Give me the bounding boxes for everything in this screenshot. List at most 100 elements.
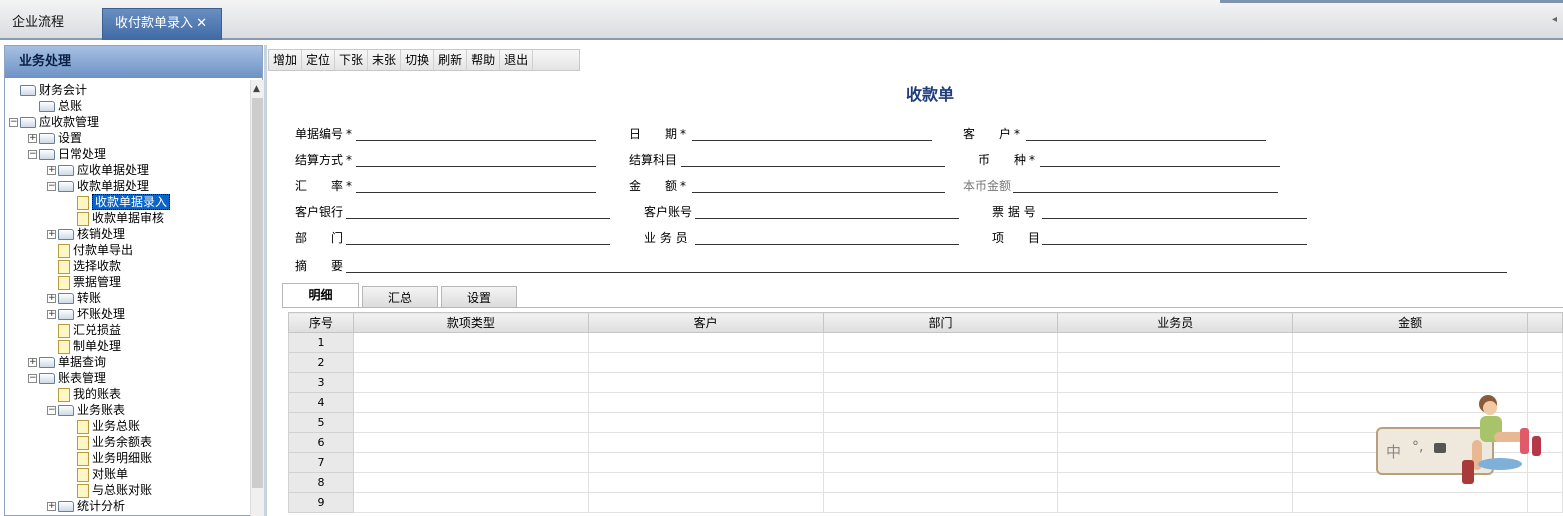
summary-input[interactable] xyxy=(346,272,1507,273)
currency-input[interactable] xyxy=(1040,166,1280,167)
locate-button[interactable]: 定位 xyxy=(302,50,336,70)
grid-column-header[interactable]: 业务员 xyxy=(1057,312,1294,333)
grid-cell[interactable] xyxy=(587,492,824,513)
scroll-up-icon[interactable]: ▲ xyxy=(253,84,260,94)
cust-bank-input[interactable] xyxy=(346,218,610,219)
grid-cell[interactable] xyxy=(1292,352,1529,373)
expand-icon[interactable]: + xyxy=(47,502,56,511)
grid-cell[interactable] xyxy=(1527,372,1563,393)
grid-cell[interactable] xyxy=(352,432,589,453)
grid-cell[interactable] xyxy=(1057,352,1294,373)
tree-node[interactable]: − 日常处理 xyxy=(28,146,106,162)
tree-node[interactable]: 财务会计 xyxy=(9,82,87,98)
grid-cell[interactable] xyxy=(822,392,1059,413)
help-button[interactable]: 帮助 xyxy=(467,50,501,70)
grid-cell[interactable] xyxy=(587,472,824,493)
tab-settings[interactable]: 设置 xyxy=(441,286,517,308)
customer-input[interactable] xyxy=(1026,140,1266,141)
collapse-icon[interactable]: − xyxy=(28,374,37,383)
ime-skin-icon[interactable] xyxy=(1434,443,1446,453)
expand-icon[interactable]: + xyxy=(47,230,56,239)
grid-cell[interactable] xyxy=(1527,492,1563,513)
tree-node[interactable]: 付款单导出 xyxy=(47,242,133,258)
date-input[interactable] xyxy=(692,140,932,141)
grid-cell[interactable] xyxy=(587,372,824,393)
tab-detail[interactable]: 明细 xyxy=(282,283,359,308)
salesman-input[interactable] xyxy=(695,244,959,245)
settle-method-input[interactable] xyxy=(356,166,596,167)
tree-node[interactable]: 汇兑损益 xyxy=(47,322,121,338)
grid-column-header[interactable]: 款项类型 xyxy=(352,312,589,333)
next-button[interactable]: 下张 xyxy=(335,50,369,70)
grid-cell[interactable] xyxy=(352,452,589,473)
table-row[interactable]: 2 xyxy=(288,352,1563,373)
amount-input[interactable] xyxy=(692,192,945,193)
grid-column-header[interactable]: 金额 xyxy=(1292,312,1529,333)
tab-receipt-entry[interactable]: 收付款单录入 ✕ xyxy=(102,8,222,40)
table-row[interactable]: 8 xyxy=(288,472,1563,493)
grid-cell[interactable] xyxy=(587,392,824,413)
tree-node[interactable]: 业务总账 xyxy=(66,418,140,434)
table-row[interactable]: 5 xyxy=(288,412,1563,433)
grid-cell[interactable] xyxy=(1057,392,1294,413)
table-row[interactable]: 6 xyxy=(288,432,1563,453)
settle-account-input[interactable] xyxy=(681,166,945,167)
collapse-icon[interactable]: − xyxy=(47,406,56,415)
tree-node[interactable]: + 设置 xyxy=(28,130,82,146)
tree-node[interactable]: 收款单据录入 xyxy=(66,194,171,210)
tree-node[interactable]: + 单据查询 xyxy=(28,354,106,370)
grid-cell[interactable] xyxy=(352,332,589,353)
tree-node[interactable]: + 转账 xyxy=(47,290,101,306)
tree-node[interactable]: 我的账表 xyxy=(47,386,121,402)
ime-punct[interactable]: °, xyxy=(1412,439,1423,455)
tree-node[interactable]: − 账表管理 xyxy=(28,370,106,386)
grid-cell[interactable] xyxy=(1527,332,1563,353)
last-button[interactable]: 末张 xyxy=(368,50,402,70)
bill-no-input[interactable] xyxy=(1042,218,1307,219)
tab-summary[interactable]: 汇总 xyxy=(362,286,438,308)
grid-cell[interactable] xyxy=(822,472,1059,493)
tree-node[interactable]: 票据管理 xyxy=(47,274,121,290)
collapse-icon[interactable]: − xyxy=(47,182,56,191)
tree-node[interactable]: 业务明细账 xyxy=(66,450,152,466)
grid-cell[interactable] xyxy=(352,392,589,413)
grid-column-header[interactable]: 部门 xyxy=(822,312,1059,333)
grid-cell[interactable] xyxy=(587,452,824,473)
grid-cell[interactable] xyxy=(352,472,589,493)
table-row[interactable]: 4 xyxy=(288,392,1563,413)
tree-node[interactable]: 与总账对账 xyxy=(66,482,152,498)
refresh-button[interactable]: 刷新 xyxy=(434,50,468,70)
tree-node[interactable]: 选择收款 xyxy=(47,258,121,274)
tree-node[interactable]: + 统计分析 xyxy=(47,498,125,514)
grid-cell[interactable] xyxy=(1057,472,1294,493)
project-input[interactable] xyxy=(1042,244,1307,245)
grid-cell[interactable] xyxy=(1057,492,1294,513)
tab-enterprise-process[interactable]: 企业流程 xyxy=(0,8,100,40)
tree-node[interactable]: + 坏账处理 xyxy=(47,306,125,322)
grid-cell[interactable] xyxy=(1292,332,1529,353)
grid-cell[interactable] xyxy=(352,372,589,393)
grid-cell[interactable] xyxy=(1057,452,1294,473)
grid-cell[interactable] xyxy=(822,412,1059,433)
grid-cell[interactable] xyxy=(1057,432,1294,453)
expand-icon[interactable]: + xyxy=(47,166,56,175)
grid-cell[interactable] xyxy=(352,412,589,433)
expand-icon[interactable]: + xyxy=(28,134,37,143)
exit-button[interactable]: 退出 xyxy=(500,50,534,70)
table-row[interactable]: 1 xyxy=(288,332,1563,353)
grid-cell[interactable] xyxy=(352,492,589,513)
tree-node[interactable]: 总账 xyxy=(28,98,82,114)
tree-node[interactable]: − 收款单据处理 xyxy=(47,178,149,194)
table-row[interactable]: 9 xyxy=(288,492,1563,513)
dept-input[interactable] xyxy=(346,244,610,245)
tree-node[interactable]: − 应收款管理 xyxy=(9,114,99,130)
grid-cell[interactable] xyxy=(1057,412,1294,433)
expand-icon[interactable]: + xyxy=(47,310,56,319)
grid-cell[interactable] xyxy=(822,352,1059,373)
tree-node[interactable]: 对账单 xyxy=(66,466,128,482)
grid-cell[interactable] xyxy=(587,332,824,353)
cust-account-input[interactable] xyxy=(695,218,959,219)
table-row[interactable]: 3 xyxy=(288,372,1563,393)
collapse-icon[interactable]: − xyxy=(28,150,37,159)
rate-input[interactable] xyxy=(356,192,596,193)
